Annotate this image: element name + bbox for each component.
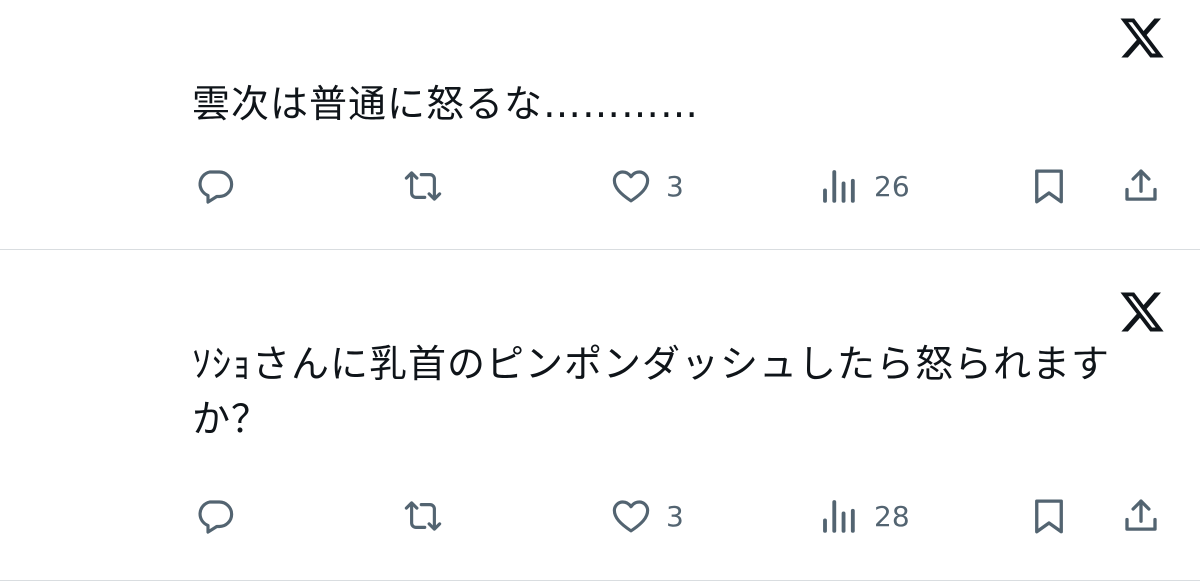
tweet-actions: 3 26 [0,158,1200,214]
bookmark-button[interactable] [1028,158,1070,214]
views-icon [823,500,855,533]
views-button[interactable]: 26 [818,158,910,214]
tweet-text: ｿｼｮさんに乳首のピンポンダッシュしたら怒られますか？ [192,342,1111,441]
tweet-text: 雲次は普通に怒るな………… [192,82,700,126]
bookmark-icon [1035,499,1063,534]
share-button[interactable] [1120,488,1162,544]
share-icon [1125,499,1157,531]
retweet-button[interactable] [402,158,444,214]
like-count: 3 [666,499,684,533]
reply-icon [198,500,234,534]
like-button[interactable]: 3 [610,158,684,214]
heart-icon [612,500,650,533]
views-icon [823,170,855,203]
reply-button[interactable] [194,158,236,214]
view-count: 28 [874,499,910,533]
retweet-icon [404,501,442,531]
share-button[interactable] [1120,158,1162,214]
tweet[interactable]: ｿｼｮさんに乳首のピンポンダッシュしたら怒られますか？ 3 28 [0,250,1200,581]
x-logo-icon [1120,18,1164,58]
bookmark-icon [1035,169,1063,204]
x-logo-button[interactable] [1112,8,1172,68]
reply-button[interactable] [194,488,236,544]
heart-icon [612,170,650,203]
tweet-actions: 3 28 [0,488,1200,544]
like-count: 3 [666,169,684,203]
bookmark-button[interactable] [1028,488,1070,544]
share-icon [1125,169,1157,201]
view-count: 26 [874,169,910,203]
retweet-button[interactable] [402,488,444,544]
x-logo-button[interactable] [1112,282,1172,342]
tweet[interactable]: 雲次は普通に怒るな………… 3 26 [0,0,1200,250]
views-button[interactable]: 28 [818,488,910,544]
retweet-icon [404,171,442,201]
like-button[interactable]: 3 [610,488,684,544]
x-logo-icon [1120,292,1164,332]
reply-icon [198,170,234,204]
